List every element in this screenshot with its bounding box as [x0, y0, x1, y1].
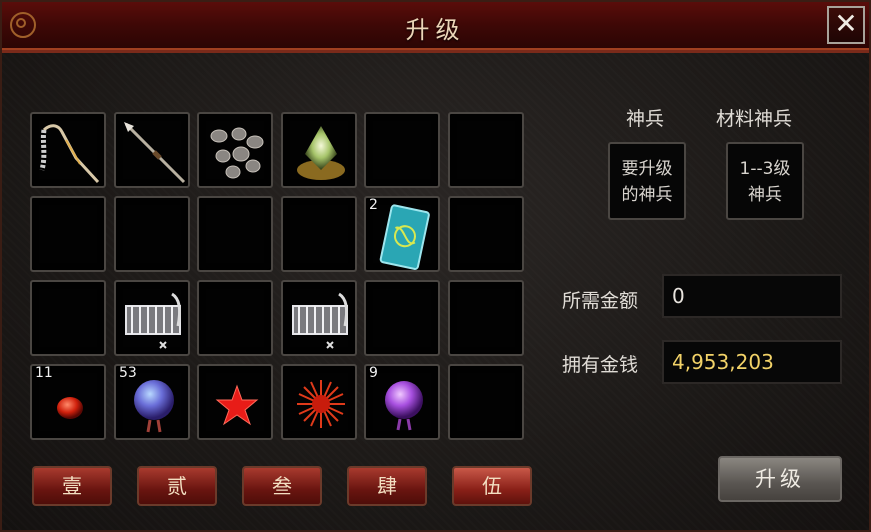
upgrade-button[interactable]: 升级: [718, 456, 842, 502]
weapon-label: 神兵: [626, 108, 665, 130]
window-title: 升级: [405, 16, 466, 44]
close-button[interactable]: ✕: [827, 6, 865, 44]
title-bar: 升级: [2, 2, 869, 53]
inventory-slot[interactable]: 53: [114, 364, 190, 440]
inventory-slot[interactable]: [197, 196, 273, 272]
inventory-slot[interactable]: 2: [364, 196, 440, 272]
inventory-slot[interactable]: [448, 196, 524, 272]
inventory-slot[interactable]: [281, 112, 357, 188]
inventory-slot[interactable]: [281, 364, 357, 440]
inventory-slot[interactable]: [448, 364, 524, 440]
target-weapon-slot[interactable]: 要升级 的神兵: [608, 142, 686, 220]
tab-page-3[interactable]: 叁: [242, 466, 322, 506]
cost-label: 所需金额: [562, 290, 639, 312]
inventory-slot[interactable]: [364, 280, 440, 356]
item-count: 2: [369, 197, 378, 213]
tab-page-4[interactable]: 肆: [347, 466, 427, 506]
material-weapon-slot[interactable]: 1--3级 神兵: [726, 142, 804, 220]
inventory-slot[interactable]: [30, 280, 106, 356]
inventory-slot[interactable]: [197, 112, 273, 188]
inventory-slot[interactable]: [30, 196, 106, 272]
tab-page-1[interactable]: 壹: [32, 466, 112, 506]
inventory-slot[interactable]: [197, 280, 273, 356]
inventory-slot[interactable]: 9: [364, 364, 440, 440]
material-label: 材料神兵: [716, 108, 793, 130]
inventory-slot[interactable]: [30, 112, 106, 188]
owned-money-field: 4,953,203: [662, 340, 842, 384]
inventory-slot[interactable]: [114, 196, 190, 272]
item-count: 11: [35, 365, 53, 381]
owned-money-value: 4,953,203: [672, 350, 774, 374]
inventory-slot[interactable]: [281, 280, 357, 356]
inventory-slot[interactable]: [364, 112, 440, 188]
tab-page-2[interactable]: 贰: [137, 466, 217, 506]
cost-value: 0: [672, 284, 685, 308]
inventory-slot[interactable]: [197, 364, 273, 440]
material-weapon-line2: 神兵: [748, 185, 782, 205]
inventory-slot[interactable]: 11: [30, 364, 106, 440]
upgrade-window: 升级 ✕ 2 11 53 9 壹 贰 叁 肆 伍 神兵 材料神兵 要升级 的神兵 1-…: [0, 0, 871, 532]
owned-money-label: 拥有金钱: [562, 354, 639, 376]
inventory-slot[interactable]: [448, 280, 524, 356]
inventory-slot[interactable]: [281, 196, 357, 272]
inventory-slot[interactable]: [114, 280, 190, 356]
cost-field: 0: [662, 274, 842, 318]
inventory-slot[interactable]: [114, 112, 190, 188]
item-count: 53: [119, 365, 137, 381]
target-weapon-line2: 的神兵: [621, 185, 673, 205]
tab-page-5[interactable]: 伍: [452, 466, 532, 506]
item-count: 9: [369, 365, 378, 381]
inventory-slot[interactable]: [448, 112, 524, 188]
target-weapon-line1: 要升级: [621, 159, 673, 179]
material-weapon-line1: 1--3级: [739, 159, 791, 179]
